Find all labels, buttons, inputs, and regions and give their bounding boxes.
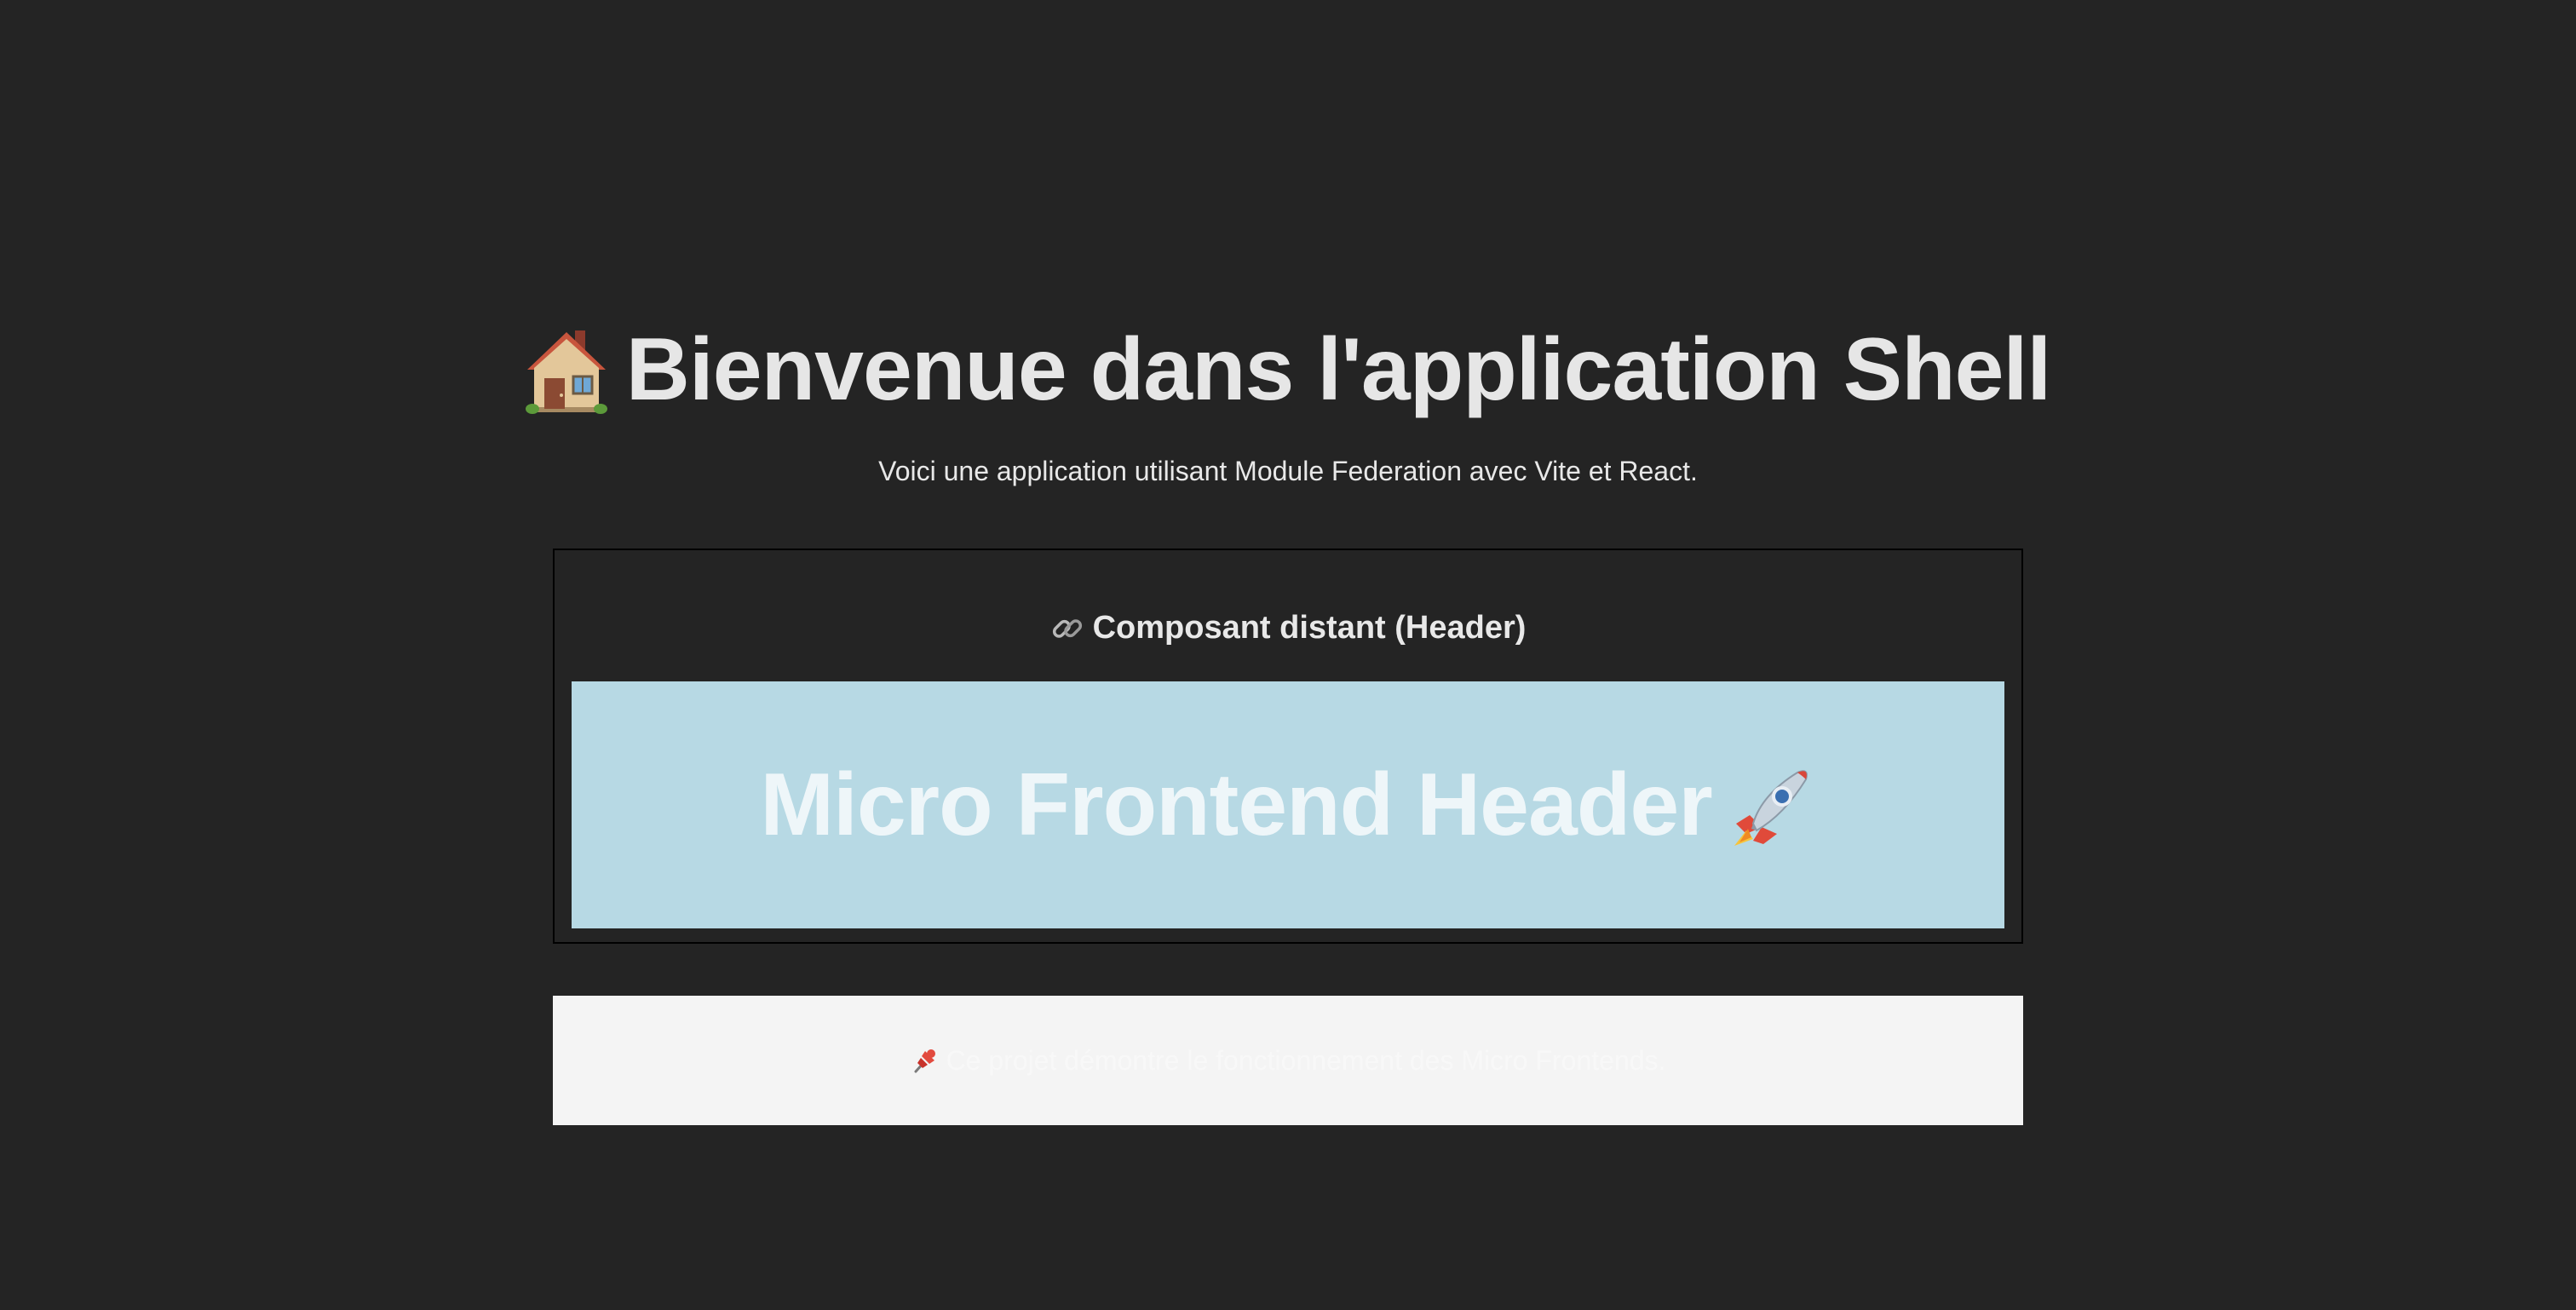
page-title: Bienvenue dans l'application Shell [525, 315, 2051, 424]
link-icon [1050, 612, 1084, 646]
pushpin-icon [911, 1046, 940, 1075]
page-title-text: Bienvenue dans l'application Shell [625, 320, 2051, 419]
micro-frontend-header-title: Micro Frontend Header [760, 755, 1712, 854]
info-footer: Ce projet démontre le fonctionnement des… [553, 996, 2023, 1125]
info-footer-text: Ce projet démontre le fonctionnement des… [946, 1044, 1666, 1076]
micro-frontend-header: Micro Frontend Header [572, 681, 2004, 928]
rocket-icon [1728, 761, 1816, 849]
remote-section-title: Composant distant (Header) [555, 610, 2021, 646]
remote-component-container: Composant distant (Header) Micro Fronten… [553, 549, 2023, 944]
shell-app: Bienvenue dans l'application Shell Voici… [525, 315, 2051, 1125]
house-icon [525, 325, 607, 414]
page-subtitle: Voici une application utilisant Module F… [878, 456, 1698, 486]
remote-section-title-text: Composant distant (Header) [1092, 610, 1527, 646]
